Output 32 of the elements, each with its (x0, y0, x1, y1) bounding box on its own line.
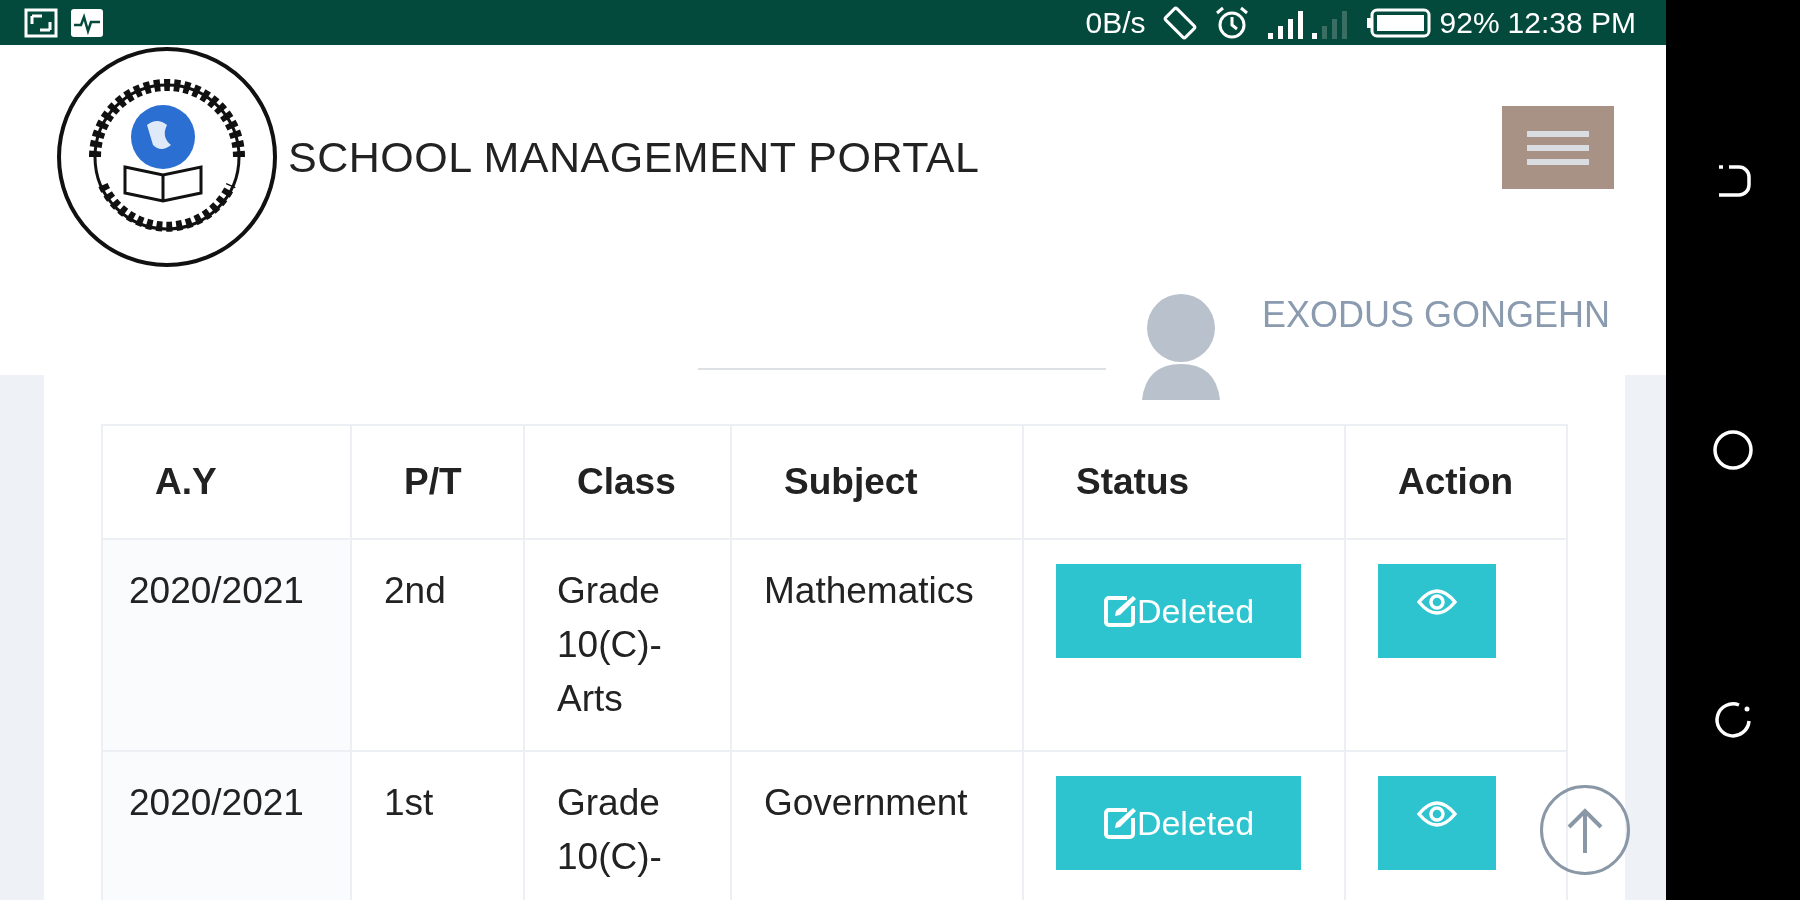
eye-icon (1417, 800, 1457, 828)
activity-icon (70, 7, 104, 38)
column-header: A.Y (102, 425, 351, 539)
column-header: Class (524, 425, 731, 539)
table-cell: Mathematics (731, 539, 1023, 751)
battery-level: 92% (1439, 5, 1500, 41)
user-name: EXODUS GONGEHN (1262, 293, 1611, 337)
status-button[interactable]: Deleted (1056, 776, 1301, 870)
scroll-to-top-button[interactable] (1540, 785, 1630, 875)
column-header: Subject (731, 425, 1023, 539)
edit-icon (1102, 594, 1137, 628)
portal-title: SCHOOL MANAGEMENT PORTAL (288, 132, 980, 184)
view-button[interactable] (1378, 776, 1496, 870)
table-cell: 2020/2021 (102, 751, 351, 900)
column-header: Action (1345, 425, 1567, 539)
edit-icon (1102, 806, 1137, 840)
home-icon[interactable] (1711, 428, 1755, 472)
table-cell: Grade 10(C)-Arts (524, 539, 731, 751)
clock: 12:38 PM (1507, 5, 1636, 41)
alarm-icon (1213, 4, 1250, 41)
eye-icon (1417, 588, 1457, 616)
battery-icon (1365, 6, 1432, 39)
column-header: Status (1023, 425, 1345, 539)
network-speed: 0B/s (1085, 5, 1146, 41)
table-cell: 2020/2021 (102, 539, 351, 751)
view-button[interactable] (1378, 564, 1496, 658)
rotate-icon (1161, 4, 1198, 41)
menu-button[interactable] (1502, 106, 1614, 189)
column-header: P/T (351, 425, 524, 539)
screenshot-icon (24, 7, 58, 38)
table-cell: 2nd (351, 539, 524, 751)
status-button[interactable]: Deleted (1056, 564, 1301, 658)
